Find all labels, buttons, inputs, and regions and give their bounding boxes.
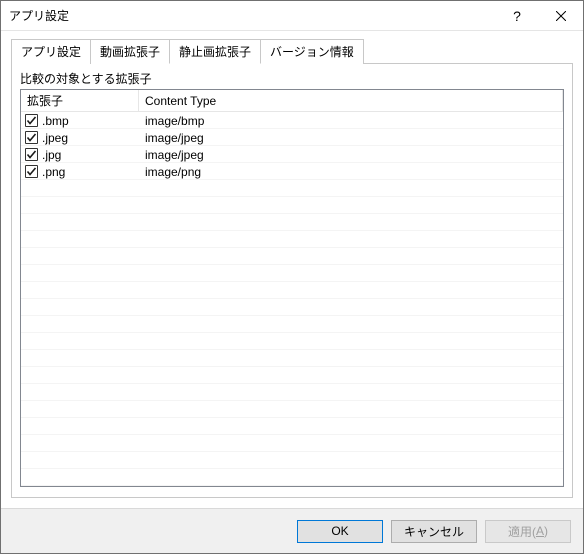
ext-label: .bmp [42, 114, 69, 128]
tab-image-ext[interactable]: 静止画拡張子 [169, 39, 261, 64]
close-icon [556, 11, 566, 21]
title-bar: アプリ設定 ? [1, 1, 583, 31]
check-icon [26, 115, 37, 126]
checkbox[interactable] [25, 165, 38, 178]
cancel-button[interactable]: キャンセル [391, 520, 477, 543]
tab-app-settings[interactable]: アプリ設定 [11, 39, 91, 64]
checkbox[interactable] [25, 131, 38, 144]
apply-label-prefix: 適用( [508, 523, 536, 540]
tab-panel: 比較の対象とする拡張子 拡張子 Content Type .bmp image/b… [11, 63, 573, 498]
check-icon [26, 132, 37, 143]
checkbox[interactable] [25, 114, 38, 127]
list-body: .bmp image/bmp .jpeg image/jpeg .jpg image/jp… [21, 112, 563, 486]
check-icon [26, 166, 37, 177]
table-row[interactable]: .png image/png [21, 163, 563, 180]
window-title: アプリ設定 [9, 7, 495, 24]
ext-label: .jpeg [42, 131, 68, 145]
list-rows: .bmp image/bmp .jpeg image/jpeg .jpg image/jp… [21, 112, 563, 180]
column-ct-header[interactable]: Content Type [139, 90, 563, 111]
cell-content-type: image/jpeg [139, 131, 563, 145]
ext-label: .jpg [42, 148, 61, 162]
checkbox[interactable] [25, 148, 38, 161]
apply-button: 適用(A) [485, 520, 571, 543]
group-title: 比較の対象とする拡張子 [20, 70, 564, 87]
apply-access-key: A [536, 524, 544, 538]
cell-content-type: image/bmp [139, 114, 563, 128]
tab-version[interactable]: バージョン情報 [260, 39, 364, 64]
button-bar: OK キャンセル 適用(A) [1, 508, 583, 553]
table-row[interactable]: .jpg image/jpeg [21, 146, 563, 163]
cell-ext: .jpg [21, 148, 139, 162]
table-row[interactable]: .bmp image/bmp [21, 112, 563, 129]
cell-content-type: image/jpeg [139, 148, 563, 162]
cell-ext: .png [21, 165, 139, 179]
close-button[interactable] [539, 1, 583, 30]
cell-ext: .jpeg [21, 131, 139, 145]
check-icon [26, 149, 37, 160]
cell-content-type: image/png [139, 165, 563, 179]
list-header: 拡張子 Content Type [21, 90, 563, 112]
content-area: アプリ設定 動画拡張子 静止画拡張子 バージョン情報 比較の対象とする拡張子 拡… [1, 31, 583, 508]
tab-video-ext[interactable]: 動画拡張子 [90, 39, 170, 64]
table-row[interactable]: .jpeg image/jpeg [21, 129, 563, 146]
extension-list: 拡張子 Content Type .bmp image/bmp .jpeg image… [20, 89, 564, 487]
tab-strip: アプリ設定 動画拡張子 静止画拡張子 バージョン情報 [11, 38, 573, 63]
ext-label: .png [42, 165, 65, 179]
apply-label-suffix: ) [544, 524, 548, 538]
help-button[interactable]: ? [495, 1, 539, 30]
column-ext-header[interactable]: 拡張子 [21, 90, 139, 111]
cell-ext: .bmp [21, 114, 139, 128]
ok-button[interactable]: OK [297, 520, 383, 543]
